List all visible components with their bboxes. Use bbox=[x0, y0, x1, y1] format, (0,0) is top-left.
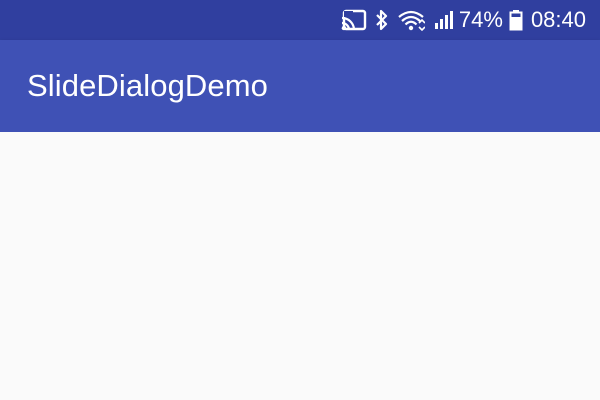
bluetooth-icon bbox=[375, 9, 389, 31]
status-time: 08:40 bbox=[530, 7, 586, 32]
app-title: SlideDialogDemo bbox=[27, 68, 269, 103]
signal-icon bbox=[433, 9, 455, 31]
battery-percent: 74% bbox=[458, 7, 503, 32]
wifi-icon bbox=[397, 9, 425, 31]
main-content bbox=[0, 132, 600, 400]
cast-icon bbox=[341, 9, 367, 31]
app-bar: SlideDialogDemo bbox=[0, 40, 600, 132]
battery-icon bbox=[509, 9, 523, 31]
status-bar: 74% 08:40 bbox=[0, 0, 600, 40]
